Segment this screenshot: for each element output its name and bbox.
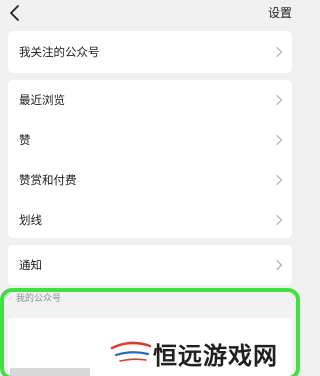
chevron-right-icon: [276, 214, 283, 226]
menu-label: 赞: [19, 133, 31, 147]
chevron-right-icon: [276, 94, 283, 106]
menu-row-rewards-payments[interactable]: 赞赏和付费: [8, 160, 292, 200]
watermark-logo-icon: [110, 341, 152, 362]
chevron-right-icon: [276, 174, 283, 186]
menu-label: 我关注的公众号: [19, 45, 100, 59]
my-accounts-section-label: 我的公众号: [16, 294, 62, 304]
chevron-right-icon: [276, 134, 283, 146]
menu-row-underlines[interactable]: 划线: [8, 200, 292, 240]
activity-card: 最近浏览 赞 赞赏和付费 划线: [8, 80, 292, 238]
menu-row-recent-browse[interactable]: 最近浏览: [8, 80, 292, 120]
settings-page: 设置 我关注的公众号 最近浏览 赞 赞赏和付费 划线 通知 我的公众号 恒远游戏…: [0, 0, 300, 376]
followed-accounts-card: 我关注的公众号: [8, 31, 292, 73]
chevron-right-icon: [276, 46, 283, 58]
menu-label: 通知: [19, 258, 42, 272]
chevron-right-icon: [276, 259, 283, 271]
watermark: 恒远游戏网: [110, 334, 298, 370]
menu-label: 赞赏和付费: [19, 173, 77, 187]
notifications-card: 通知: [8, 245, 292, 285]
settings-button[interactable]: 设置: [268, 5, 292, 21]
watermark-text: 恒远游戏网: [153, 341, 278, 370]
menu-row-likes[interactable]: 赞: [8, 120, 292, 160]
placeholder-strip: [10, 368, 90, 376]
menu-label: 最近浏览: [19, 93, 65, 107]
menu-row-followed-accounts[interactable]: 我关注的公众号: [8, 31, 292, 73]
back-icon[interactable]: [6, 3, 26, 23]
menu-row-notifications[interactable]: 通知: [8, 245, 292, 285]
menu-label: 划线: [19, 213, 42, 227]
top-bar: 设置: [0, 0, 300, 26]
